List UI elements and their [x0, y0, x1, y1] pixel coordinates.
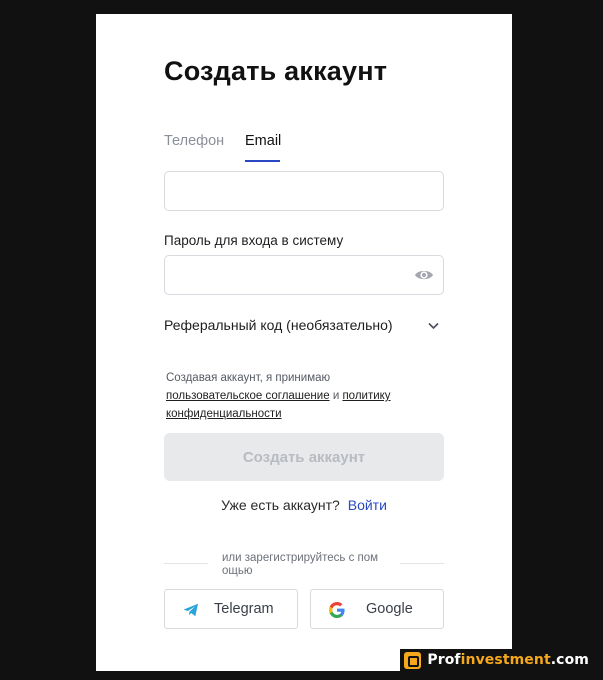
- chevron-down-icon: [428, 322, 439, 330]
- telegram-label: Telegram: [214, 601, 274, 617]
- active-tab-indicator: [245, 160, 280, 162]
- eye-icon[interactable]: [414, 267, 434, 283]
- email-field[interactable]: [164, 171, 444, 211]
- signup-method-tabs: Телефон Email: [164, 133, 444, 163]
- terms-and: и: [332, 390, 340, 402]
- divider-left: [164, 563, 208, 564]
- google-label: Google: [366, 601, 413, 617]
- have-account-text: Уже есть аккаунт?: [221, 497, 340, 513]
- referral-code-toggle[interactable]: Реферальный код (необязательно): [164, 316, 444, 338]
- divider-right: [400, 563, 444, 564]
- watermark: Profinvestment.com: [400, 649, 595, 671]
- watermark-logo-icon: [404, 651, 422, 669]
- page-title: Создать аккаунт: [164, 56, 388, 86]
- tab-email[interactable]: Email: [245, 133, 281, 149]
- divider-text: или зарегистрируйтесь с помощью: [222, 552, 379, 577]
- referral-label: Реферальный код (необязательно): [164, 317, 393, 333]
- login-link[interactable]: Войти: [348, 497, 387, 513]
- user-agreement-link[interactable]: пользовательское соглашение: [166, 390, 330, 402]
- privacy-policy-link-cont[interactable]: конфиденциальности: [166, 408, 282, 420]
- password-field[interactable]: [164, 255, 444, 295]
- signup-card: Создать аккаунт Телефон Email Пароль для…: [96, 14, 512, 671]
- watermark-part3: .com: [550, 652, 589, 668]
- password-label: Пароль для входа в систему: [164, 233, 344, 248]
- terms-prefix: Создавая аккаунт, я принимаю: [166, 372, 331, 384]
- terms-text: Создавая аккаунт, я принимаю пользовател…: [166, 369, 436, 423]
- google-signup-button[interactable]: Google: [310, 589, 444, 629]
- telegram-icon: [183, 603, 198, 617]
- tab-phone[interactable]: Телефон: [164, 133, 224, 149]
- telegram-signup-button[interactable]: Telegram: [164, 589, 298, 629]
- google-icon: [329, 602, 345, 618]
- watermark-part2: investment: [460, 652, 551, 668]
- login-prompt: Уже есть аккаунт? Войти: [164, 497, 444, 513]
- watermark-text: Profinvestment.com: [427, 652, 589, 668]
- privacy-policy-link[interactable]: политику: [342, 390, 390, 402]
- create-account-button[interactable]: Создать аккаунт: [164, 433, 444, 481]
- watermark-part1: Prof: [427, 652, 461, 668]
